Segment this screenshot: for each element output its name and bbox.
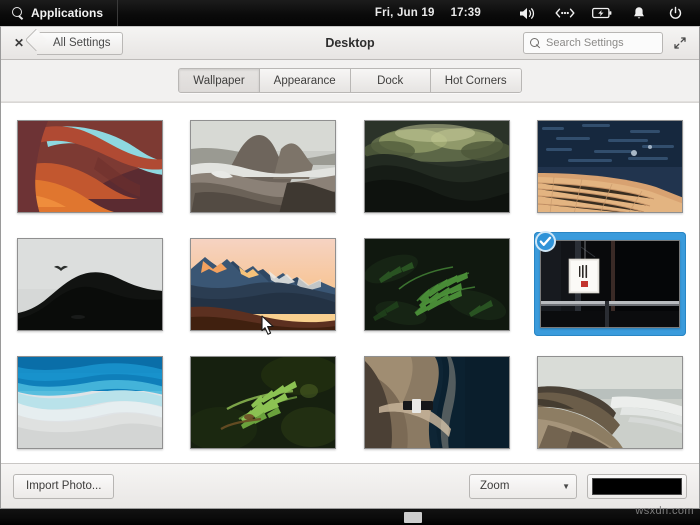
wallpaper-thumb-turquoise-shore-aerial[interactable] <box>14 350 166 454</box>
page-title-label: Desktop <box>325 36 374 50</box>
background-color-button[interactable] <box>587 474 687 499</box>
wallpaper-thumb-green-pine-branch[interactable] <box>187 350 339 454</box>
bottom-bar: Import Photo... Zoom ▼ <box>1 464 699 508</box>
wallpaper-image <box>17 120 163 213</box>
tab-hot-corners[interactable]: Hot Corners <box>431 69 521 92</box>
applications-menu-label: Applications <box>31 6 103 20</box>
panel-clock[interactable]: Fri, Jun 19 17:39 <box>375 7 481 19</box>
chevron-down-icon: ▼ <box>562 482 570 491</box>
wallpaper-thumb-coastal-dunes-overcast[interactable] <box>534 350 686 454</box>
tab-dock-label: Dock <box>377 75 403 87</box>
import-photo-label: Import Photo... <box>26 480 101 492</box>
tab-hot-corners-label: Hot Corners <box>445 75 507 87</box>
wallpaper-image <box>364 238 510 331</box>
top-panel: Applications Fri, Jun 19 17:39 <box>0 0 700 26</box>
tab-wallpaper-label: Wallpaper <box>193 75 244 87</box>
window-header: ✕ All Settings Desktop <box>1 27 699 60</box>
maximize-icon <box>673 36 687 50</box>
import-photo-button[interactable]: Import Photo... <box>13 474 114 499</box>
wallpaper-image <box>17 356 163 449</box>
wallpaper-image <box>190 238 336 331</box>
wallpaper-image <box>364 356 510 449</box>
search-icon <box>12 7 24 19</box>
panel-date: Fri, Jun 19 <box>375 7 435 19</box>
wallpaper-thumb-dark-stormy-clouds[interactable] <box>361 114 513 218</box>
watermark: wsxdn.com <box>635 505 694 517</box>
wallpaper-thumb-wooden-dock-on-water[interactable] <box>534 114 686 218</box>
desktop-background-strip <box>0 509 700 525</box>
power-icon[interactable] <box>657 0 694 26</box>
all-settings-label: All Settings <box>53 37 111 49</box>
dock-item[interactable] <box>404 512 422 523</box>
maximize-button[interactable] <box>669 32 691 54</box>
search-box[interactable] <box>523 32 663 54</box>
zoom-mode-dropdown[interactable]: Zoom ▼ <box>469 474 577 499</box>
wallpaper-image <box>537 120 683 213</box>
tab-appearance-label: Appearance <box>274 75 336 87</box>
search-input[interactable] <box>546 37 656 49</box>
wallpaper-image <box>17 238 163 331</box>
close-icon: ✕ <box>14 36 24 50</box>
wallpaper-grid <box>1 102 699 464</box>
wallpaper-thumb-hanging-paper-lantern[interactable] <box>534 232 686 336</box>
wallpaper-image <box>537 356 683 449</box>
battery-icon[interactable] <box>583 0 620 26</box>
settings-window: ✕ All Settings Desktop Wallpaper <box>0 26 700 509</box>
panel-time: 17:39 <box>451 7 481 19</box>
wallpaper-thumb-bird-over-dark-hill[interactable] <box>14 232 166 336</box>
tab-appearance[interactable]: Appearance <box>260 69 351 92</box>
network-icon[interactable] <box>546 0 583 26</box>
notification-bell-icon[interactable] <box>620 0 657 26</box>
zoom-mode-value: Zoom <box>480 480 509 492</box>
wallpaper-image <box>190 120 336 213</box>
all-settings-back-button[interactable]: All Settings <box>37 32 123 55</box>
wallpaper-thumb-antelope-canyon[interactable] <box>14 114 166 218</box>
color-swatch <box>592 478 682 495</box>
tab-bar: Wallpaper Appearance Dock Hot Corners <box>178 68 521 93</box>
tab-wallpaper[interactable]: Wallpaper <box>179 69 259 92</box>
wallpaper-thumb-sunrise-mountain-range[interactable] <box>187 232 339 336</box>
tab-area: Wallpaper Appearance Dock Hot Corners <box>1 60 699 102</box>
wallpaper-thumb-snowy-rocky-peaks[interactable] <box>187 114 339 218</box>
wallpaper-thumb-cliff-road-aerial[interactable] <box>361 350 513 454</box>
tab-dock[interactable]: Dock <box>351 69 431 92</box>
wallpaper-image <box>190 356 336 449</box>
wallpaper-image <box>540 240 680 328</box>
header-right-group <box>523 32 691 54</box>
wallpaper-image <box>364 120 510 213</box>
search-icon <box>530 38 541 49</box>
wallpaper-thumb-dark-green-ferns[interactable] <box>361 232 513 336</box>
system-tray <box>509 0 700 26</box>
applications-menu-button[interactable]: Applications <box>0 0 118 26</box>
volume-icon[interactable] <box>509 0 546 26</box>
